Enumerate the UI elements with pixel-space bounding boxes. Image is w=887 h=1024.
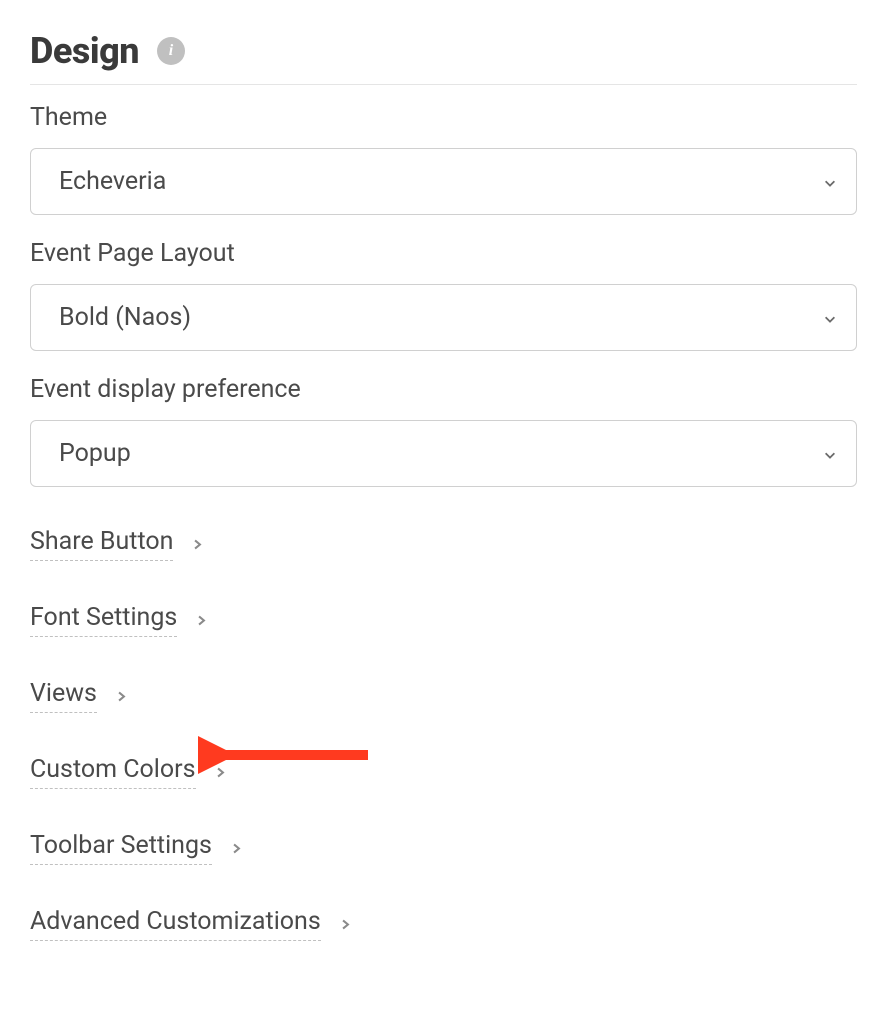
toolbar-settings-text: Toolbar Settings xyxy=(30,831,212,865)
share-button-text: Share Button xyxy=(30,527,173,561)
chevron-right-icon xyxy=(191,538,204,551)
toolbar-settings-link[interactable]: Toolbar Settings xyxy=(30,831,857,865)
design-settings-panel: Design i Theme Echeveria Event Page Layo… xyxy=(30,30,857,941)
advanced-customizations-link[interactable]: Advanced Customizations xyxy=(30,907,857,941)
section-title: Design xyxy=(30,30,139,72)
event-display-preference-field: Event display preference Popup xyxy=(30,375,857,487)
event-display-preference-select[interactable]: Popup xyxy=(30,420,857,487)
font-settings-link[interactable]: Font Settings xyxy=(30,603,857,637)
event-page-layout-select[interactable]: Bold (Naos) xyxy=(30,284,857,351)
info-icon[interactable]: i xyxy=(157,37,185,65)
chevron-right-icon xyxy=(115,690,128,703)
event-display-preference-value: Popup xyxy=(59,439,131,468)
custom-colors-link[interactable]: Custom Colors xyxy=(30,755,857,789)
chevron-right-icon xyxy=(214,766,227,779)
theme-select[interactable]: Echeveria xyxy=(30,148,857,215)
font-settings-text: Font Settings xyxy=(30,603,177,637)
advanced-customizations-text: Advanced Customizations xyxy=(30,907,321,941)
views-link[interactable]: Views xyxy=(30,679,857,713)
theme-field: Theme Echeveria xyxy=(30,103,857,215)
settings-links: Share Button Font Settings Views Custom … xyxy=(30,527,857,941)
chevron-right-icon xyxy=(195,614,208,627)
event-display-preference-label: Event display preference xyxy=(30,375,857,404)
event-page-layout-label: Event Page Layout xyxy=(30,239,857,268)
custom-colors-text: Custom Colors xyxy=(30,755,196,789)
section-header: Design i xyxy=(30,30,857,85)
share-button-link[interactable]: Share Button xyxy=(30,527,857,561)
event-page-layout-field: Event Page Layout Bold (Naos) xyxy=(30,239,857,351)
event-page-layout-value: Bold (Naos) xyxy=(59,303,191,332)
chevron-right-icon xyxy=(339,918,352,931)
theme-value: Echeveria xyxy=(59,167,166,196)
chevron-right-icon xyxy=(230,842,243,855)
views-text: Views xyxy=(30,679,97,713)
theme-label: Theme xyxy=(30,103,857,132)
